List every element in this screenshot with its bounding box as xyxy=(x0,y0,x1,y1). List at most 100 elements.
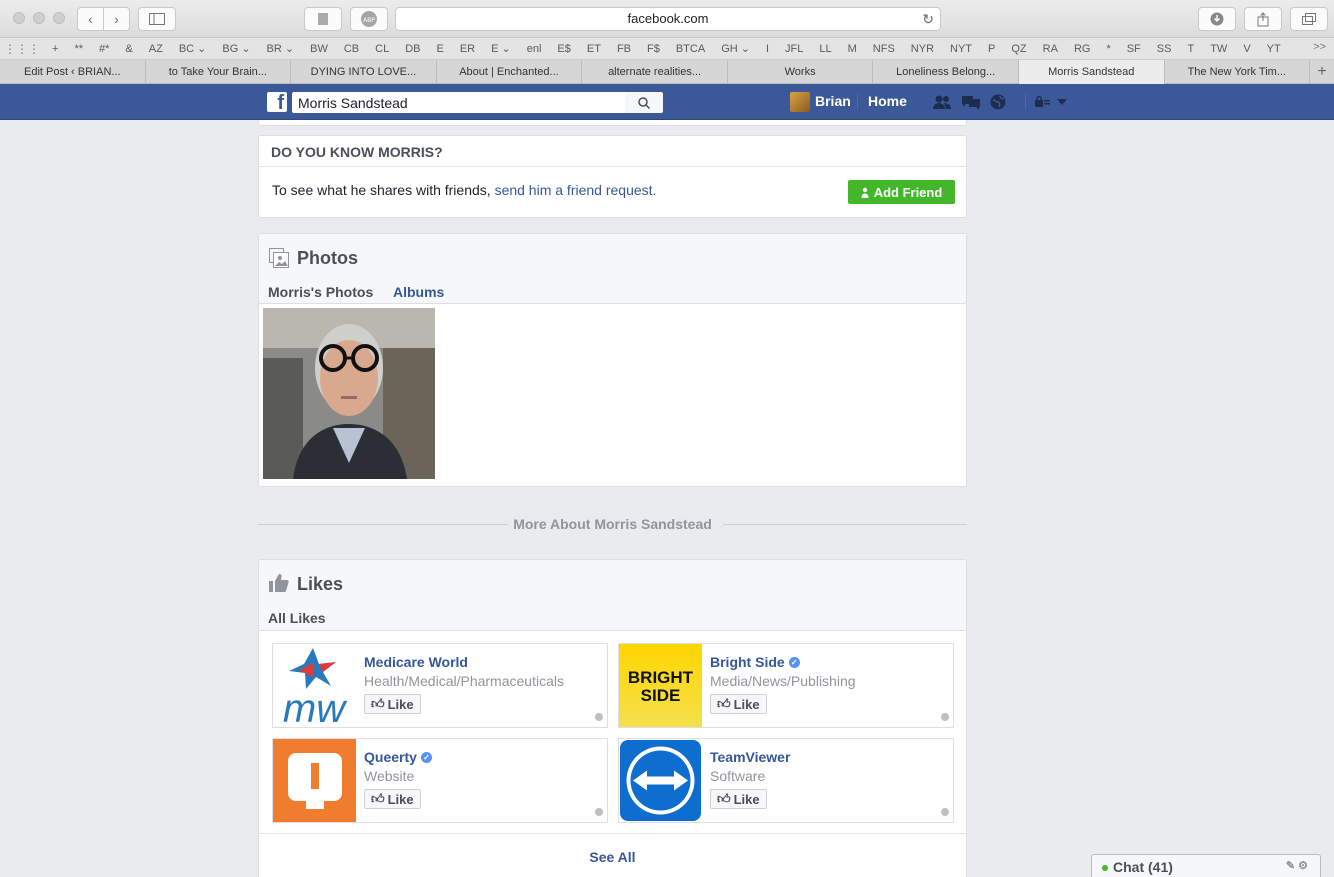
gear-icon[interactable]: ⚙ xyxy=(1298,860,1308,872)
browser-titlebar: ‹ › ABP facebook.com ↻ xyxy=(0,0,1334,38)
like-button[interactable]: 👍︎ Like xyxy=(710,789,767,809)
like-button[interactable]: 👍︎ Like xyxy=(364,789,421,809)
favorite-item[interactable]: E ⌄ xyxy=(483,42,519,55)
favorite-item[interactable]: GH ⌄ xyxy=(713,42,758,55)
chat-sidebar-tab[interactable]: Chat (41) ✎ ⚙ xyxy=(1091,854,1321,877)
favorite-item[interactable]: & xyxy=(117,43,140,55)
home-link[interactable]: Home xyxy=(868,93,907,109)
minimize-window-button[interactable] xyxy=(33,12,45,24)
browser-tab[interactable]: Morris Sandstead xyxy=(1018,60,1165,84)
search-input[interactable] xyxy=(292,92,625,113)
favorite-item[interactable]: RG xyxy=(1066,43,1099,55)
favorite-item[interactable]: BW xyxy=(302,43,336,55)
extension-button[interactable] xyxy=(304,7,342,31)
page-name-link[interactable]: Bright Side ✓ xyxy=(710,654,800,670)
favorite-item[interactable]: NYR xyxy=(903,43,942,55)
page-picture[interactable] xyxy=(273,739,356,822)
page-name-link[interactable]: Queerty ✓ xyxy=(364,749,432,765)
favorite-item[interactable]: ** xyxy=(66,43,91,55)
address-bar[interactable]: facebook.com ↻ xyxy=(395,7,941,31)
tab-albums[interactable]: Albums xyxy=(393,284,444,300)
favorite-item[interactable]: + xyxy=(44,43,66,55)
browser-tab[interactable]: Loneliness Belong... xyxy=(873,60,1019,84)
favorite-item[interactable]: I xyxy=(758,43,777,55)
favorite-item[interactable]: TW xyxy=(1202,43,1235,55)
page-picture[interactable]: BRIGHT SIDE xyxy=(619,644,702,727)
favorite-item[interactable]: CL xyxy=(367,43,397,55)
page-name-link[interactable]: TeamViewer xyxy=(710,749,790,765)
favorite-item[interactable]: RA xyxy=(1035,43,1066,55)
favorite-item[interactable]: BR ⌄ xyxy=(259,42,303,55)
tab-morris-photos[interactable]: Morris's Photos xyxy=(268,284,373,300)
favorite-item[interactable]: LL xyxy=(811,43,839,55)
messages-button[interactable] xyxy=(961,93,981,111)
browser-tab[interactable]: alternate realities... xyxy=(582,60,728,84)
photo-thumbnail[interactable] xyxy=(263,308,435,479)
browser-tab[interactable]: DYING INTO LOVE... xyxy=(291,60,437,84)
send-friend-request-link[interactable]: send him a friend request. xyxy=(495,182,657,198)
favorite-item[interactable]: * xyxy=(1098,43,1118,55)
tabs-overview-button[interactable] xyxy=(1290,7,1328,31)
downloads-button[interactable] xyxy=(1198,7,1236,31)
favorite-item[interactable]: NFS xyxy=(865,43,903,55)
friend-requests-button[interactable] xyxy=(932,93,952,111)
favorite-item[interactable]: CB xyxy=(336,43,367,55)
browser-tab[interactable]: Works xyxy=(728,60,874,84)
favorite-item[interactable]: JFL xyxy=(777,43,811,55)
adblock-button[interactable]: ABP xyxy=(350,7,388,31)
favorite-item[interactable]: SS xyxy=(1149,43,1180,55)
online-status-icon xyxy=(1102,865,1108,872)
favorite-item[interactable]: BTCA xyxy=(668,43,713,55)
favorite-item[interactable]: FB xyxy=(609,43,639,55)
browser-tab[interactable]: The New York Tim... xyxy=(1165,60,1311,84)
browser-tab[interactable]: to Take Your Brain... xyxy=(146,60,292,84)
favorite-item[interactable]: V xyxy=(1235,43,1258,55)
search-button[interactable] xyxy=(625,92,663,113)
favorite-item[interactable]: T xyxy=(1179,43,1202,55)
zoom-window-button[interactable] xyxy=(53,12,65,24)
page-picture[interactable] xyxy=(619,739,702,822)
favorite-item[interactable]: DB xyxy=(397,43,428,55)
favorite-item[interactable]: BC ⌄ xyxy=(171,42,215,55)
favorite-item[interactable]: YT xyxy=(1259,43,1289,55)
favorite-item[interactable]: ER xyxy=(452,43,483,55)
account-menu-button[interactable] xyxy=(1057,93,1067,111)
favorite-item[interactable]: AZ xyxy=(141,43,171,55)
avatar[interactable] xyxy=(790,92,810,112)
favorite-item[interactable]: NYT xyxy=(942,43,980,55)
favorite-item[interactable]: QZ xyxy=(1003,43,1034,55)
share-button[interactable] xyxy=(1244,7,1282,31)
facebook-logo-icon[interactable]: f xyxy=(267,92,287,114)
favorite-item[interactable]: P xyxy=(980,43,1003,55)
favorite-item[interactable]: #* xyxy=(91,43,117,55)
favorite-item[interactable]: SF xyxy=(1119,43,1149,55)
page-name-link[interactable]: Medicare World xyxy=(364,654,468,670)
like-button[interactable]: 👍︎ Like xyxy=(364,694,421,714)
favorite-item[interactable]: enl xyxy=(519,43,550,55)
grid-icon[interactable]: ⋮⋮⋮ xyxy=(0,42,44,56)
see-all-link[interactable]: See All xyxy=(589,849,635,865)
notifications-button[interactable] xyxy=(990,93,1006,111)
add-friend-button[interactable]: Add Friend xyxy=(848,180,955,204)
privacy-shortcuts-button[interactable] xyxy=(1035,93,1051,111)
favorite-item[interactable]: ET xyxy=(579,43,609,55)
favorite-item[interactable]: E xyxy=(428,43,451,55)
browser-tab[interactable]: About | Enchanted... xyxy=(437,60,583,84)
close-window-button[interactable] xyxy=(13,12,25,24)
new-tab-icon[interactable]: + xyxy=(1310,60,1334,83)
forward-button[interactable]: › xyxy=(103,7,130,31)
reload-icon[interactable]: ↻ xyxy=(922,8,934,30)
like-button[interactable]: 👍︎ Like xyxy=(710,694,767,714)
favorites-overflow[interactable]: >> xyxy=(1313,41,1326,53)
compose-icon[interactable]: ✎ xyxy=(1286,860,1295,872)
favorite-item[interactable]: E$ xyxy=(549,43,578,55)
sidebar-button[interactable] xyxy=(138,7,176,31)
page-picture[interactable]: mw xyxy=(273,644,356,727)
back-button[interactable]: ‹ xyxy=(77,7,104,31)
favorite-item[interactable]: M xyxy=(840,43,865,55)
profile-link[interactable]: Brian xyxy=(815,93,851,109)
tab-all-likes[interactable]: All Likes xyxy=(268,610,326,626)
favorite-item[interactable]: F$ xyxy=(639,43,668,55)
favorite-item[interactable]: BG ⌄ xyxy=(214,42,258,55)
browser-tab[interactable]: Edit Post ‹ BRIAN... xyxy=(0,60,146,84)
